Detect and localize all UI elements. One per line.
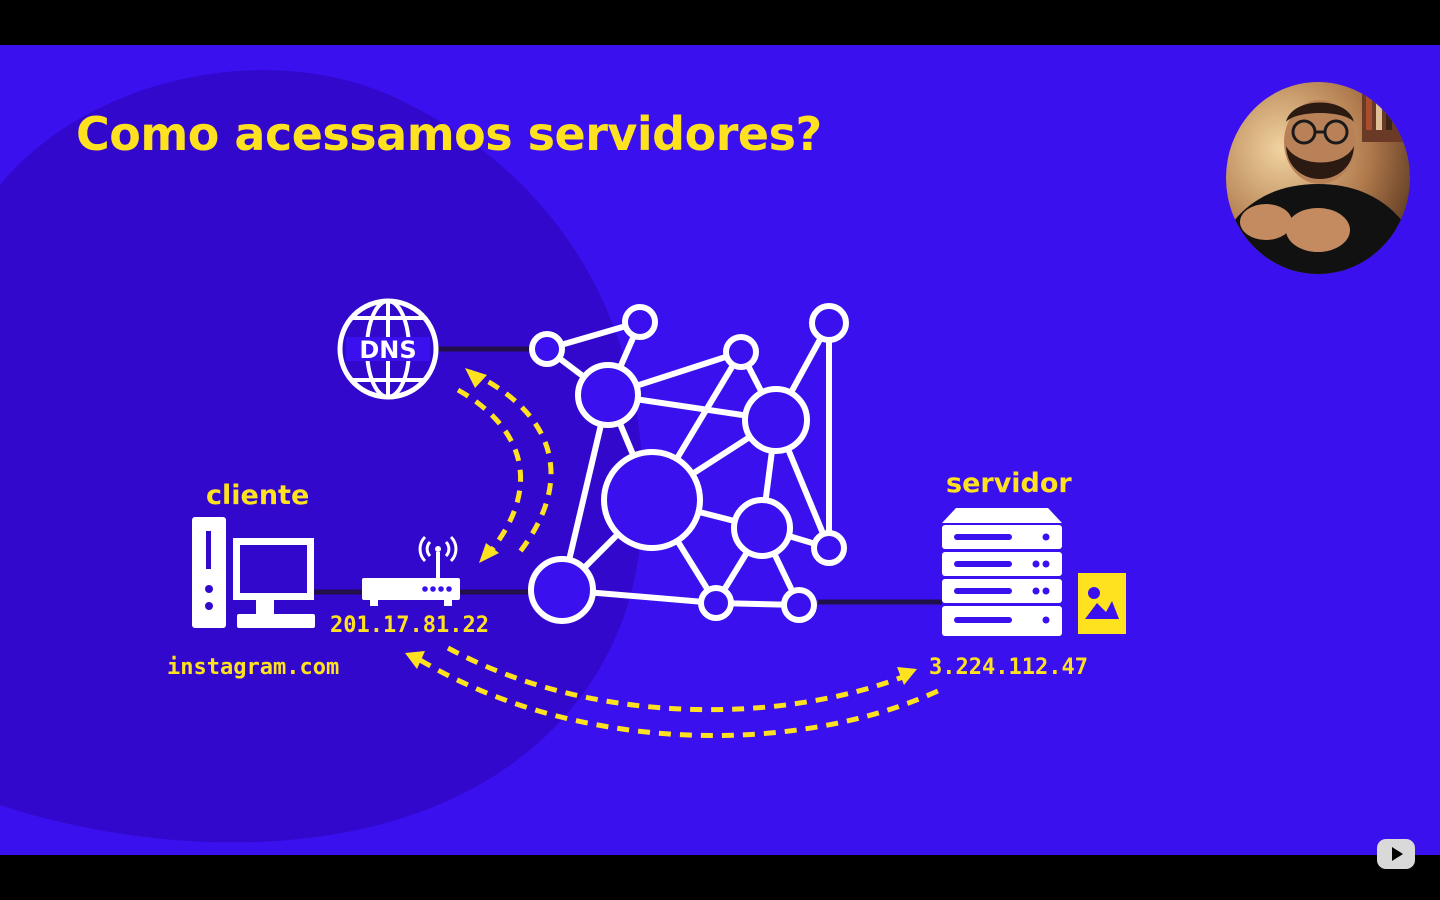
dns-label: DNS [359, 336, 416, 364]
server-ip: 3.224.112.47 [929, 655, 1088, 680]
router-ip: 201.17.81.22 [330, 613, 489, 638]
client-label: cliente [206, 480, 310, 511]
slide: Como acessamos servidores? DNS cliente s… [0, 45, 1440, 855]
webcam-presenter [1226, 82, 1410, 274]
dns-arrow-head-down [479, 543, 499, 563]
server-label: servidor [946, 468, 1072, 499]
desktop-computer-icon [192, 517, 315, 628]
router-icon [362, 535, 460, 606]
dns-arrow-head-up [465, 368, 487, 388]
server-request-arrows [418, 645, 942, 739]
network-diagram: DNS [192, 298, 1126, 739]
letterbox-top [0, 0, 1440, 45]
play-button-icon[interactable] [1376, 838, 1416, 870]
client-domain: instagram.com [167, 655, 340, 680]
image-file-icon [1078, 573, 1126, 634]
letterbox-bottom [0, 855, 1440, 900]
dns-request-arrows [456, 369, 554, 560]
network-graph-icon [528, 303, 849, 624]
server-rack-icon [942, 508, 1062, 636]
